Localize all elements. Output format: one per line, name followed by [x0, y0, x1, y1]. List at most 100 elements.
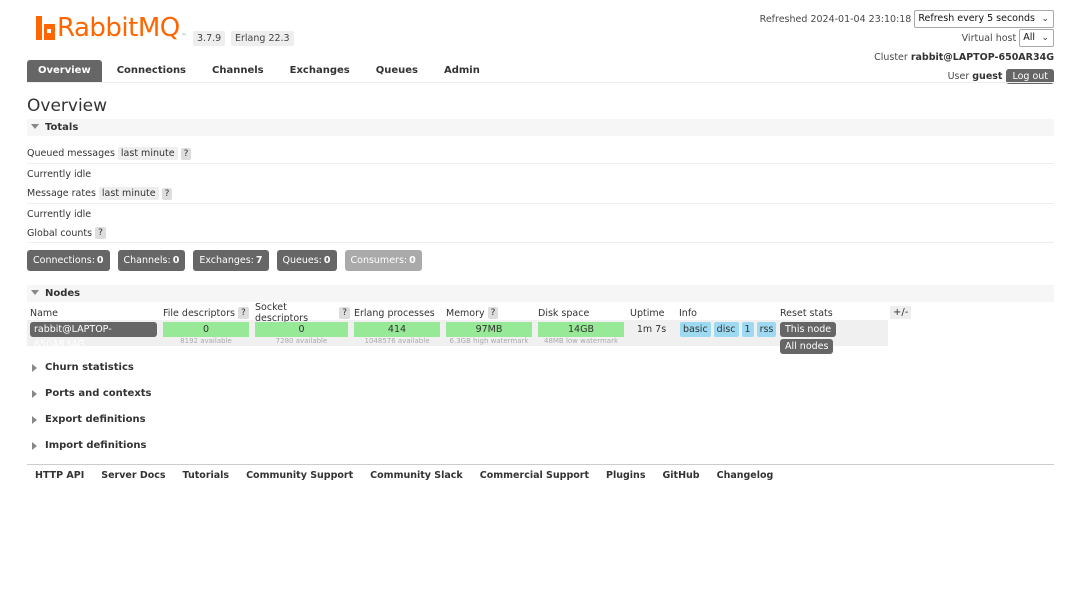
- sd-available: 7280 available: [275, 337, 328, 345]
- reset-this-node-button[interactable]: This node: [780, 322, 837, 337]
- ep-value: 414: [354, 322, 440, 337]
- queued-messages-row: Queued messages last minute ?: [27, 147, 1054, 164]
- logo-text: RabbitMQ: [57, 13, 180, 43]
- chevron-down-icon: ⌄: [1041, 14, 1049, 24]
- footer-link-http-api[interactable]: HTTP API: [35, 470, 84, 481]
- help-button[interactable]: ?: [339, 307, 350, 319]
- refresh-interval-select[interactable]: Refresh every 5 seconds ⌄: [914, 10, 1054, 28]
- erlang-version-badge: Erlang 22.3: [231, 31, 294, 46]
- info-count-badge: 1: [741, 322, 754, 337]
- queued-range-button[interactable]: last minute: [117, 147, 178, 160]
- col-uptime: Uptime: [627, 306, 676, 320]
- footer-link-tutorials[interactable]: Tutorials: [183, 470, 230, 481]
- col-name: Name: [27, 306, 160, 320]
- message-rates-label: Message rates: [27, 188, 96, 199]
- nodes-table: Name File descriptors? Socket descriptor…: [27, 302, 888, 354]
- toggle-columns-button[interactable]: +/-: [890, 306, 912, 319]
- sd-value: 0: [255, 322, 348, 337]
- triangle-right-icon: [32, 441, 37, 450]
- info-disc-badge: disc: [713, 322, 739, 337]
- fd-available: 8192 available: [180, 337, 232, 345]
- rabbit-logo-icon: [36, 16, 55, 40]
- global-counts-label: Global counts: [27, 227, 93, 239]
- tab-admin[interactable]: Admin: [433, 60, 491, 82]
- triangle-right-icon: [32, 363, 37, 372]
- ep-available: 1048576 available: [364, 337, 430, 345]
- footer-link-github[interactable]: GitHub: [662, 470, 699, 481]
- queued-messages-label: Queued messages: [27, 148, 115, 159]
- reset-all-nodes-button[interactable]: All nodes: [780, 339, 834, 354]
- nodes-table-header: Name File descriptors? Socket descriptor…: [27, 302, 888, 324]
- tab-channels[interactable]: Channels: [201, 60, 275, 82]
- triangle-right-icon: [32, 415, 37, 424]
- tab-overview[interactable]: Overview: [27, 60, 102, 82]
- nodes-title: Nodes: [45, 288, 81, 299]
- memory-value: 97MB: [446, 322, 532, 337]
- logo-trademark: ™: [180, 33, 187, 40]
- main-tabs: Overview Connections Channels Exchanges …: [27, 60, 1054, 83]
- tab-queues[interactable]: Queues: [365, 60, 429, 82]
- rabbitmq-logo[interactable]: RabbitMQ ™: [36, 13, 187, 43]
- export-definitions-toggle[interactable]: Export definitions: [32, 414, 146, 425]
- help-button[interactable]: ?: [237, 307, 249, 319]
- tab-connections[interactable]: Connections: [106, 60, 197, 82]
- help-button[interactable]: ?: [487, 307, 499, 319]
- footer-link-plugins[interactable]: Plugins: [606, 470, 645, 481]
- col-memory: Memory?: [443, 306, 535, 320]
- info-badges: basic disc 1 rss: [676, 320, 777, 346]
- footer-link-commercial-support[interactable]: Commercial Support: [480, 470, 589, 481]
- footer-link-community-slack[interactable]: Community Slack: [370, 470, 463, 481]
- help-button[interactable]: ?: [95, 227, 106, 239]
- triangle-right-icon: [32, 389, 37, 398]
- tab-exchanges[interactable]: Exchanges: [279, 60, 361, 82]
- node-name-link[interactable]: rabbit@LAPTOP-650AR34G: [30, 322, 157, 350]
- rates-range-button[interactable]: last minute: [98, 187, 159, 200]
- info-rss-badge: rss: [756, 322, 777, 337]
- message-rates-row: Message rates last minute ?: [27, 187, 1054, 204]
- col-info: Info: [676, 306, 777, 320]
- disk-watermark: 48MB low watermark: [543, 337, 618, 345]
- info-basic-badge: basic: [680, 322, 711, 337]
- fd-value: 0: [163, 322, 249, 337]
- vhost-label: Virtual host: [961, 32, 1017, 44]
- channels-count-button[interactable]: Channels: 0: [117, 250, 186, 271]
- disk-value: 14GB: [538, 322, 624, 337]
- col-erlang-processes: Erlang processes: [351, 306, 443, 320]
- reset-stats-buttons: This node All nodes: [777, 320, 888, 354]
- memory-watermark: 6.3GB high watermark: [449, 337, 529, 345]
- totals-section-toggle[interactable]: Totals: [27, 119, 1054, 136]
- help-button[interactable]: ?: [180, 147, 192, 160]
- exchanges-count-button[interactable]: Exchanges: 7: [193, 250, 269, 271]
- page-title: Overview: [27, 96, 108, 116]
- global-counts: Connections: 0 Channels: 0 Exchanges: 7 Que…: [27, 250, 430, 271]
- uptime-value: 1m 7s: [636, 324, 667, 335]
- churn-statistics-toggle[interactable]: Churn statistics: [32, 362, 134, 373]
- nodes-section-toggle[interactable]: Nodes: [27, 285, 1054, 302]
- col-reset-stats: Reset stats: [777, 306, 888, 320]
- footer-links: HTTP API Server Docs Tutorials Community…: [27, 464, 1054, 481]
- version-badge: 3.7.9: [193, 31, 226, 46]
- totals-title: Totals: [45, 122, 79, 133]
- col-socket-descriptors: Socket descriptors?: [252, 302, 351, 324]
- rates-idle-text: Currently idle: [27, 209, 92, 220]
- triangle-down-icon: [31, 124, 39, 129]
- col-disk-space: Disk space: [535, 306, 627, 320]
- import-definitions-toggle[interactable]: Import definitions: [32, 440, 146, 451]
- connections-count-button[interactable]: Connections: 0: [27, 250, 110, 271]
- triangle-down-icon: [31, 290, 39, 295]
- queued-idle-text: Currently idle: [27, 169, 92, 180]
- footer-link-server-docs[interactable]: Server Docs: [101, 470, 165, 481]
- refreshed-label: Refreshed: [759, 13, 808, 25]
- help-button[interactable]: ?: [161, 187, 173, 200]
- col-file-descriptors: File descriptors?: [160, 306, 252, 320]
- ports-and-contexts-toggle[interactable]: Ports and contexts: [32, 388, 152, 399]
- refreshed-time: 2024-01-04 23:10:18: [810, 13, 912, 25]
- queues-count-button[interactable]: Queues: 0: [276, 250, 337, 271]
- vhost-select[interactable]: All ⌄: [1019, 29, 1054, 47]
- footer-link-community-support[interactable]: Community Support: [246, 470, 353, 481]
- chevron-down-icon: ⌄: [1041, 33, 1049, 43]
- global-counts-row: Global counts ?: [27, 227, 1054, 243]
- footer-link-changelog[interactable]: Changelog: [717, 470, 774, 481]
- consumers-count-button[interactable]: Consumers: 0: [344, 250, 422, 271]
- table-row: rabbit@LAPTOP-650AR34G 0 8192 available 0…: [27, 320, 888, 354]
